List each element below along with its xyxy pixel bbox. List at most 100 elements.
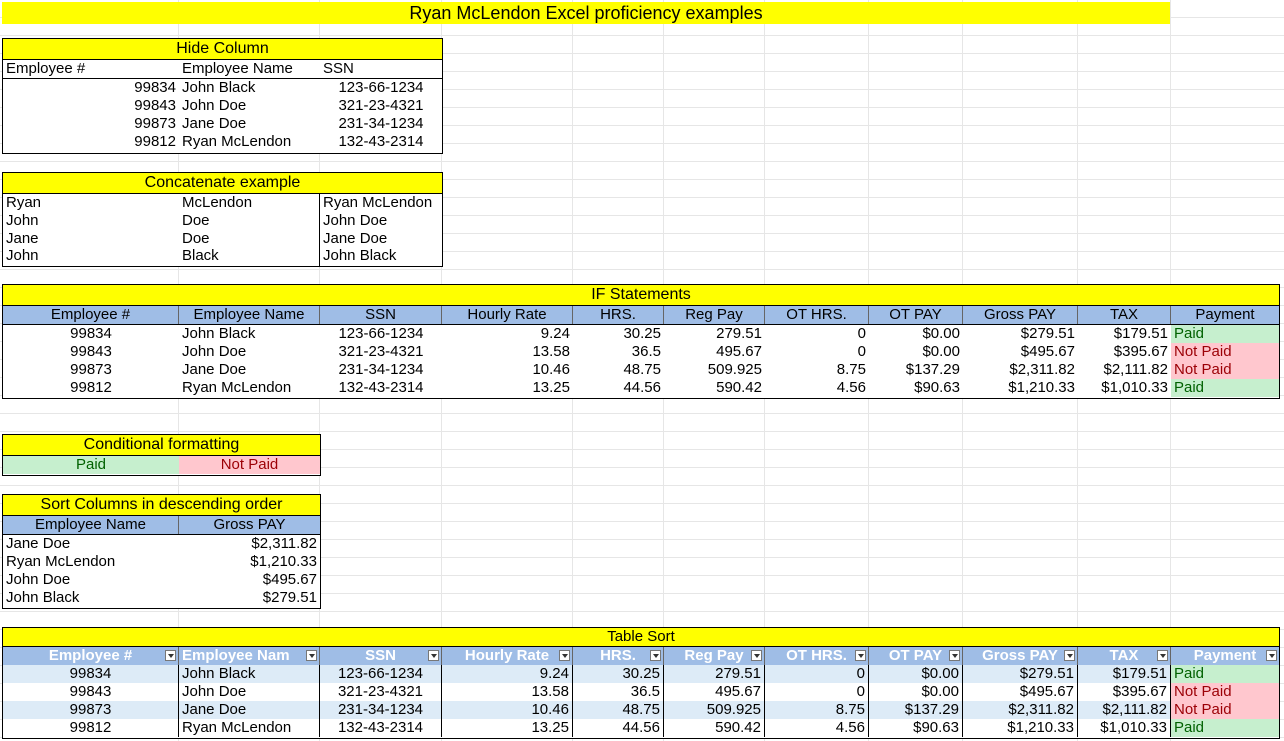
cell-ot-pay[interactable]: $0.00	[869, 665, 963, 683]
cell-hourly-rate[interactable]: 13.58	[442, 683, 573, 701]
cell-reg-pay[interactable]: 509.925	[664, 701, 765, 719]
cell-ssn[interactable]: 123-66-1234	[320, 79, 442, 97]
filter-dropdown-icon[interactable]	[306, 650, 317, 661]
cell-employee-name[interactable]: John Black	[179, 325, 320, 343]
cell-payment-status[interactable]: Not Paid	[1171, 343, 1279, 361]
cell-last-name[interactable]: Black	[179, 247, 320, 265]
cell-employee-number[interactable]: 99812	[3, 719, 179, 737]
cell-hrs[interactable]: 36.5	[573, 343, 664, 361]
header-payment[interactable]: Payment	[1171, 306, 1279, 324]
cell-payment-status[interactable]: Paid	[1171, 379, 1279, 397]
cell-tax[interactable]: $1,010.33	[1078, 379, 1171, 397]
cell-hrs[interactable]: 48.75	[573, 361, 664, 379]
cell-ot-pay[interactable]: $0.00	[869, 683, 963, 701]
cell-hrs[interactable]: 36.5	[573, 683, 664, 701]
cell-gross-pay[interactable]: $2,311.82	[963, 361, 1078, 379]
cell-gross-pay[interactable]: $495.67	[963, 343, 1078, 361]
cell-hourly-rate[interactable]: 13.25	[442, 719, 573, 737]
cell-full-name[interactable]: John Black	[320, 247, 442, 265]
cell-ot-pay[interactable]: $137.29	[869, 701, 963, 719]
header-ssn[interactable]: SSN	[320, 60, 442, 78]
cell-ot-hrs[interactable]: 0	[765, 665, 869, 683]
cell-hrs[interactable]: 44.56	[573, 719, 664, 737]
cell-tax[interactable]: $395.67	[1078, 343, 1171, 361]
cell-payment-status[interactable]: Paid	[1171, 719, 1279, 737]
cell-ssn[interactable]: 123-66-1234	[320, 325, 442, 343]
header-payment[interactable]: Payment	[1171, 647, 1279, 665]
filter-dropdown-icon[interactable]	[165, 650, 176, 661]
header-hourly-rate[interactable]: Hourly Rate	[442, 306, 573, 324]
cell-hourly-rate[interactable]: 9.24	[442, 325, 573, 343]
cell-reg-pay[interactable]: 495.67	[664, 683, 765, 701]
cell-hourly-rate[interactable]: 9.24	[442, 665, 573, 683]
cell-payment-status[interactable]: Not Paid	[1171, 701, 1279, 719]
cell-employee-name[interactable]: Jane Doe	[179, 701, 320, 719]
cell-employee-name[interactable]: John Black	[3, 589, 179, 607]
cell-first-name[interactable]: John	[3, 212, 179, 230]
filter-dropdown-icon[interactable]	[1157, 650, 1168, 661]
cell-reg-pay[interactable]: 279.51	[664, 325, 765, 343]
cell-gross-pay[interactable]: $1,210.33	[963, 719, 1078, 737]
cell-gross-pay[interactable]: $279.51	[963, 325, 1078, 343]
cell-reg-pay[interactable]: 279.51	[664, 665, 765, 683]
cell-employee-number[interactable]: 99843	[3, 683, 179, 701]
cell-ot-hrs[interactable]: 0	[765, 343, 869, 361]
cell-ot-pay[interactable]: $90.63	[869, 719, 963, 737]
cell-hrs[interactable]: 48.75	[573, 701, 664, 719]
cell-ssn[interactable]: 321-23-4321	[320, 97, 442, 115]
filter-dropdown-icon[interactable]	[1064, 650, 1075, 661]
cell-employee-name[interactable]: Ryan McLendon	[179, 133, 320, 151]
header-hrs[interactable]: HRS.	[573, 647, 664, 665]
cell-ssn[interactable]: 123-66-1234	[320, 665, 442, 683]
cell-employee-number[interactable]: 99873	[3, 361, 179, 379]
header-reg-pay[interactable]: Reg Pay	[664, 647, 765, 665]
header-employee-number[interactable]: Employee #	[3, 60, 179, 78]
header-gross-pay[interactable]: Gross PAY	[963, 647, 1078, 665]
cell-reg-pay[interactable]: 509.925	[664, 361, 765, 379]
cell-gross-pay[interactable]: $495.67	[179, 571, 320, 589]
cell-ot-pay[interactable]: $0.00	[869, 343, 963, 361]
filter-dropdown-icon[interactable]	[650, 650, 661, 661]
cell-employee-name[interactable]: John Doe	[179, 97, 320, 115]
cell-ot-pay[interactable]: $90.63	[869, 379, 963, 397]
cell-employee-number[interactable]: 99834	[3, 665, 179, 683]
filter-dropdown-icon[interactable]	[855, 650, 866, 661]
cell-employee-number[interactable]: 99834	[3, 79, 179, 97]
cell-ot-hrs[interactable]: 8.75	[765, 361, 869, 379]
header-reg-pay[interactable]: Reg Pay	[664, 306, 765, 324]
cell-employee-number[interactable]: 99812	[3, 379, 179, 397]
header-tax[interactable]: TAX	[1078, 647, 1171, 665]
header-employee-name[interactable]: Employee Name	[3, 516, 179, 534]
cell-employee-name[interactable]: John Black	[179, 79, 320, 97]
cell-ot-hrs[interactable]: 0	[765, 683, 869, 701]
cell-employee-name[interactable]: John Doe	[3, 571, 179, 589]
cell-employee-name[interactable]: Jane Doe	[179, 361, 320, 379]
header-hrs[interactable]: HRS.	[573, 306, 664, 324]
cell-full-name[interactable]: John Doe	[320, 212, 442, 230]
cell-gross-pay[interactable]: $1,210.33	[179, 553, 320, 571]
cell-ssn[interactable]: 132-43-2314	[320, 133, 442, 151]
header-ot-pay[interactable]: OT PAY	[869, 306, 963, 324]
cell-reg-pay[interactable]: 590.42	[664, 379, 765, 397]
cell-tax[interactable]: $2,111.82	[1078, 701, 1171, 719]
header-employee-number[interactable]: Employee #	[3, 647, 179, 665]
cell-ot-pay[interactable]: $137.29	[869, 361, 963, 379]
header-ot-pay[interactable]: OT PAY	[869, 647, 963, 665]
cell-payment-status[interactable]: Paid	[1171, 665, 1279, 683]
cell-employee-number[interactable]: 99843	[3, 343, 179, 361]
cell-hrs[interactable]: 44.56	[573, 379, 664, 397]
filter-dropdown-icon[interactable]	[949, 650, 960, 661]
header-ssn[interactable]: SSN	[320, 647, 442, 665]
cell-tax[interactable]: $179.51	[1078, 665, 1171, 683]
cell-ssn[interactable]: 231-34-1234	[320, 361, 442, 379]
cell-employee-name[interactable]: John Doe	[179, 683, 320, 701]
cell-gross-pay[interactable]: $279.51	[179, 589, 320, 607]
cell-tax[interactable]: $179.51	[1078, 325, 1171, 343]
cell-hourly-rate[interactable]: 13.25	[442, 379, 573, 397]
cell-employee-name[interactable]: Jane Doe	[179, 115, 320, 133]
cell-hourly-rate[interactable]: 13.58	[442, 343, 573, 361]
header-ot-hrs[interactable]: OT HRS.	[765, 647, 869, 665]
cell-first-name[interactable]: Jane	[3, 230, 179, 248]
cell-hourly-rate[interactable]: 10.46	[442, 701, 573, 719]
cell-last-name[interactable]: Doe	[179, 212, 320, 230]
